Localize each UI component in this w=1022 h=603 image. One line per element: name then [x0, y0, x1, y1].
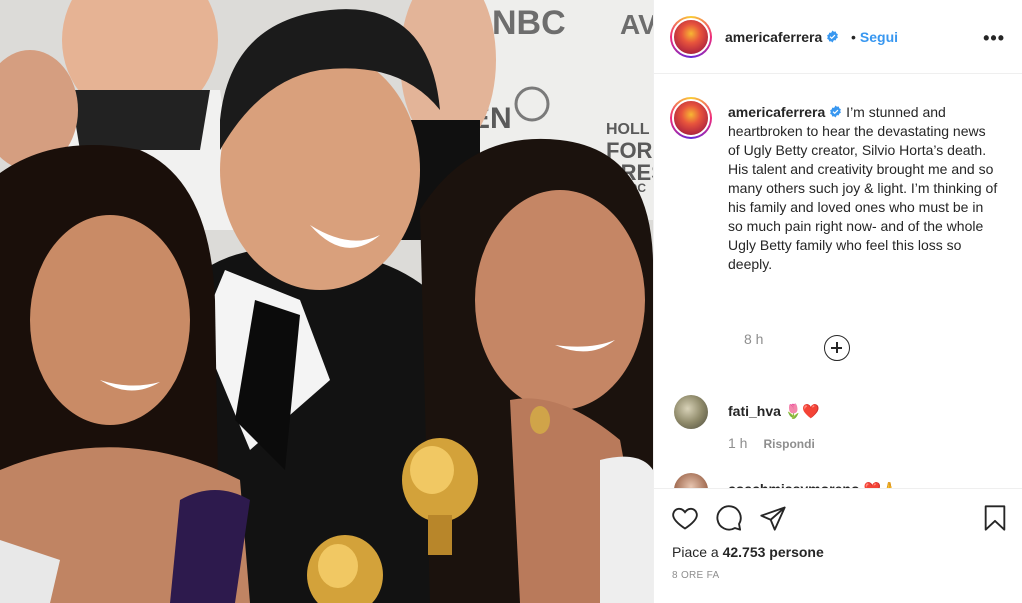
plus-circle-icon[interactable]: [824, 335, 850, 361]
backdrop-text-av: AV: [620, 9, 653, 40]
comment-header: coachmissymoreno ❤️🙏: [728, 481, 898, 488]
comment-header: fati_hva 🌷❤️: [728, 403, 820, 420]
post-photo[interactable]: NBC AV EN HOLL FOR PRES SSOC: [0, 0, 653, 603]
commenter-avatar[interactable]: [674, 395, 708, 429]
caption-username-text[interactable]: americaferrera: [728, 104, 825, 120]
photo-illustration: NBC AV EN HOLL FOR PRES SSOC: [0, 0, 653, 603]
follow-label[interactable]: Segui: [860, 29, 898, 45]
heart-icon[interactable]: [671, 504, 699, 532]
follow-separator: •: [851, 29, 856, 45]
backdrop-text-holl: HOLL: [606, 121, 650, 138]
caption-body: I’m stunned and heartbroken to hear the …: [728, 104, 998, 272]
post-header: americaferrera • Segui •••: [654, 0, 1022, 74]
likes-prefix: Piace a: [672, 544, 723, 560]
comment-username[interactable]: coachmissymoreno: [728, 481, 860, 488]
caption-avatar[interactable]: [670, 97, 712, 139]
post-side-panel: americaferrera • Segui ••• americaferrera…: [653, 0, 1022, 603]
reply-button[interactable]: Rispondi: [763, 437, 814, 451]
author-username-text[interactable]: americaferrera: [725, 29, 822, 45]
post-date[interactable]: 8 ORE FA: [672, 570, 719, 581]
likes-number: 42.753: [722, 544, 766, 560]
comment-meta: 1 h Rispondi: [728, 435, 815, 451]
comment-username[interactable]: fati_hva: [728, 403, 781, 419]
comment-timestamp[interactable]: 1 h: [728, 435, 747, 451]
comments-section: americaferrera I’m stunned and heartbrok…: [654, 75, 1022, 488]
verified-badge-icon: [827, 30, 839, 43]
author-avatar[interactable]: [670, 16, 712, 58]
post-actions: Piace a 42.753 persone 8 ORE FA: [654, 488, 1022, 603]
comment-body: ❤️🙏: [864, 481, 899, 488]
follow-button[interactable]: • Segui: [851, 29, 898, 45]
caption-username[interactable]: americaferrera: [728, 104, 842, 120]
caption-text: americaferrera I’m stunned and heartbrok…: [728, 103, 998, 274]
likes-suffix: persone: [765, 544, 824, 560]
author-username[interactable]: americaferrera: [725, 29, 839, 45]
commenter-avatar[interactable]: [674, 473, 708, 488]
verified-badge-icon: [830, 105, 842, 118]
comment-body: 🌷❤️: [784, 403, 820, 419]
likes-count[interactable]: Piace a 42.753 persone: [672, 544, 824, 560]
more-options-icon[interactable]: •••: [983, 28, 1005, 49]
backdrop-text-nbc: NBC: [492, 4, 566, 42]
comment-bubble-icon[interactable]: [715, 504, 743, 532]
paper-plane-icon[interactable]: [759, 504, 787, 532]
bookmark-icon[interactable]: [981, 504, 1009, 532]
caption-timestamp[interactable]: 8 h: [744, 331, 763, 347]
